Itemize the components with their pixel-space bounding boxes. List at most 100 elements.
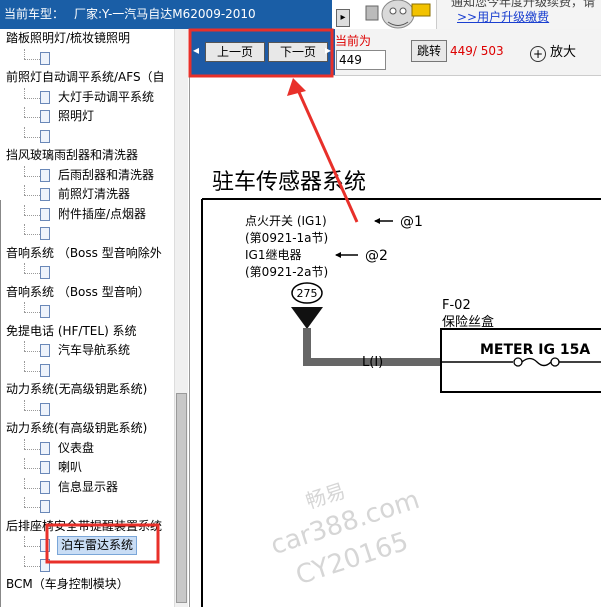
tree-label: 动力系统(有高级钥匙系统) [6,421,148,435]
tree-label: 信息显示器 [58,479,119,494]
tree-item[interactable]: 照明灯 [0,107,174,126]
tree-connector [24,546,40,547]
goto-page-button[interactable]: 跳转 [411,40,447,62]
tree-item[interactable]: 前照灯清洗器 [0,185,174,204]
tree-category[interactable]: 后排座椅安全带提醒装置系统 [0,517,174,536]
document-icon [40,188,50,201]
tree-item[interactable]: 信息显示器 [0,477,174,497]
fuse-terminal-left-icon [513,357,523,367]
tree-item[interactable]: 汽车导航系统 [0,341,174,360]
window-left-border [0,200,1,607]
tree-connector [24,58,40,60]
fuse-code: F-02 [442,298,471,313]
tree-category[interactable]: 免提电话 (HF/TEL) 系统 [0,322,174,341]
tree-connector [24,438,25,449]
tree-item[interactable] [0,263,174,282]
prev-page-button[interactable]: 上一页 [205,42,265,62]
tree-category[interactable]: 前照灯自动调平系统/AFS（自 [0,68,174,87]
tree-item[interactable]: 后雨刮器和清洗器 [0,165,174,185]
diagram-page: 驻车传感器系统 点火开关 (IG1) @1 (第0921-1a节) IG1继电器… [190,76,601,607]
tree-item[interactable]: 附件插座/点烟器 [0,204,174,224]
nav-right-arrow-icon: ▸ [325,43,332,57]
tree-connector [24,263,25,273]
tree-item[interactable]: 喇叭 [0,458,174,477]
current-page-label: 当前为 [335,34,372,48]
tree-connector [24,175,40,177]
upgrade-link[interactable]: >>用户升级缴费 [457,8,549,25]
zoom-label: 放大 [550,45,577,60]
tree-item[interactable]: 仪表盘 [0,438,174,458]
mascot-logo [362,0,434,30]
tree-connector [24,351,40,352]
tree-label: 音响系统 （Boss 型音响） [6,284,150,299]
tree-connector [24,555,25,566]
tree-connector [24,214,40,216]
tree-category[interactable]: 挡风玻璃雨刮器和清洗器 [0,146,174,165]
tree-connector [24,48,25,59]
current-vehicle-label: 当前车型： [4,7,65,21]
document-icon [40,266,50,279]
tree-category[interactable]: 音响系统 （Boss 型音响除外 [0,244,174,263]
tree-item[interactable] [0,302,174,321]
document-icon [40,129,50,143]
tree-scrollbar[interactable] [174,29,188,607]
tree-item[interactable] [0,497,174,516]
tree-label: 喇叭 [58,460,83,474]
collapse-sidebar-button[interactable]: ▸ [336,9,350,27]
tree-category[interactable]: 踏板照明灯/梳妆镜照明 [0,29,174,48]
tree-item-selected-label: 泊车雷达系统 [57,536,138,555]
tree-connector [24,87,25,98]
tree-connector [24,477,25,488]
tree-item[interactable]: 大灯手动调平系统 [0,87,174,107]
tree-category[interactable]: BCM（车身控制模块） [0,575,174,594]
node-number: 275 [297,287,318,300]
document-icon [40,402,50,416]
document-icon [40,227,50,240]
tree-item[interactable]: 泊车雷达系统 [0,536,174,555]
tree-connector [24,341,25,351]
tree-item[interactable] [0,126,174,146]
document-icon [40,539,50,552]
tree-connector [24,360,25,371]
document-icon [40,51,50,65]
document-icon [40,500,50,513]
tree-connector [24,195,40,196]
tree-category[interactable]: 音响系统 （Boss 型音响） [0,283,174,302]
tree-label: 挡风玻璃雨刮器和清洗器 [6,148,139,162]
tree-connector [24,204,25,215]
tree-scrollbar-thumb[interactable] [176,393,187,603]
ignition-switch-label: 点火开关 (IG1) [245,214,327,228]
tree-item[interactable] [0,48,174,68]
tree-connector [24,565,40,567]
next-page-button[interactable]: 下一页 [268,42,328,62]
tree-connector [24,107,25,117]
tree-label: 附件插座/点烟器 [58,206,147,221]
tree-category[interactable]: 动力系统(有高级钥匙系统) [0,419,174,438]
tree-label: 动力系统(无高级钥匙系统) [6,382,148,396]
document-icon [40,441,50,455]
ig1-relay-label: IG1继电器 [245,248,301,262]
tree-label: 前照灯自动调平系统/AFS（自 [6,70,165,84]
tree-item[interactable] [0,555,174,575]
fuse-terminal-right-icon [550,357,560,367]
section1-label: (第0921-1a节) [245,231,328,245]
zoom-in-button[interactable]: + 放大 [530,42,576,64]
tree-connector [24,399,25,410]
tree-connector [24,126,25,137]
tree-connector [24,448,40,450]
page-number-input[interactable] [336,50,386,70]
tree-label: 大灯手动调平系统 [58,89,155,104]
tree-label: 后雨刮器和清洗器 [58,167,155,182]
upgrade-panel: 通知您今年度升级续费，请 >>用户升级缴费 [436,0,601,30]
tree-label: 照明灯 [58,109,95,123]
tree-connector [24,234,40,235]
tree-connector [24,409,40,411]
tree-item[interactable] [0,360,174,380]
tree-item[interactable] [0,224,174,243]
tree-connector [24,302,25,312]
tree-category[interactable]: 动力系统(无高级钥匙系统) [0,380,174,399]
tree-connector [24,536,25,546]
ref2-label: @2 [365,248,388,264]
tree-connector [24,224,25,234]
tree-item[interactable] [0,399,174,419]
